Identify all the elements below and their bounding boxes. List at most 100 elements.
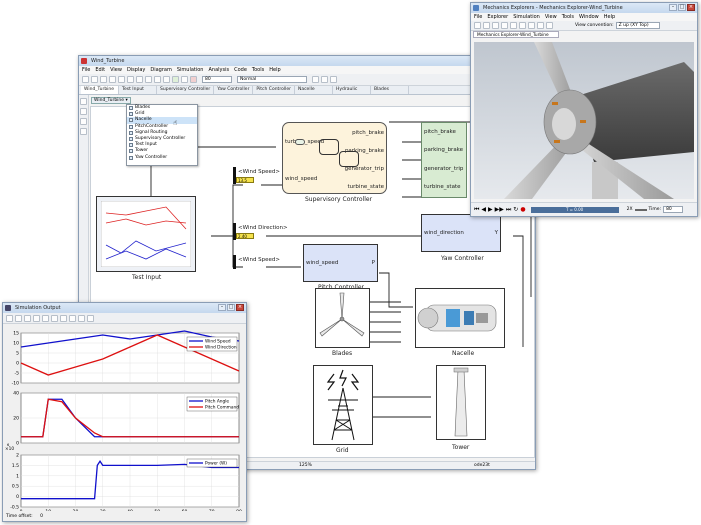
test-input-block[interactable] (96, 196, 196, 272)
zoom-y-icon[interactable] (42, 314, 49, 322)
speed-slider[interactable] (634, 208, 647, 211)
annotation-icon[interactable] (80, 118, 87, 125)
explorer-3d-view[interactable] (474, 42, 694, 199)
pan-icon[interactable] (528, 22, 535, 29)
step-forward-icon[interactable]: ▶▶ (495, 206, 504, 213)
play-icon[interactable]: ▶ (488, 206, 493, 213)
scope-print-icon[interactable] (15, 314, 22, 322)
breadcrumb[interactable]: Wind_Turbine ▾ (91, 97, 131, 104)
menu-display[interactable]: Display (127, 66, 145, 74)
supervisory-controller-block[interactable]: turbine_speed wind_speed pitch_brake par… (282, 122, 387, 194)
image-icon[interactable] (80, 128, 87, 135)
explorer-menu-view[interactable]: View (545, 13, 557, 21)
up-icon[interactable] (136, 76, 143, 83)
scope-settings-icon[interactable] (6, 314, 13, 322)
explorer-menu-help[interactable]: Help (604, 13, 615, 21)
view-convention-select[interactable]: Z up (XY Top) (615, 22, 660, 29)
dropdown-item-yaw[interactable]: Yaw Controller (127, 155, 197, 161)
zoom-icon[interactable] (537, 22, 544, 29)
stop-time-input[interactable]: 80 (202, 76, 232, 83)
params-icon[interactable] (78, 314, 85, 322)
tab-yaw[interactable]: Yaw Controller (214, 86, 254, 94)
library-icon[interactable] (145, 76, 152, 83)
explorer-menu-tools[interactable]: Tools (562, 13, 574, 21)
record-icon[interactable]: ● (520, 206, 525, 213)
explorer-menu-window[interactable]: Window (579, 13, 599, 21)
explorer-menu-simulation[interactable]: Simulation (513, 13, 540, 21)
settings-icon[interactable] (154, 76, 161, 83)
nacelle-block[interactable] (415, 288, 505, 348)
tab-blades[interactable]: Blades (371, 86, 409, 94)
menu-edit[interactable]: Edit (95, 66, 105, 74)
end-icon[interactable]: ⏭ (506, 206, 511, 214)
zoom-in-icon[interactable] (24, 314, 31, 322)
time-slider[interactable]: T = 0.00 (530, 206, 619, 213)
time-input[interactable]: 80 (663, 206, 684, 213)
tab-supervisory[interactable]: Supervisory Controller (157, 86, 215, 94)
blades-block[interactable] (315, 288, 370, 348)
view-front-icon[interactable] (474, 22, 481, 29)
menu-tools[interactable]: Tools (252, 66, 264, 74)
tab-nacelle[interactable]: Nacelle (295, 86, 333, 94)
outport-1[interactable] (295, 139, 305, 145)
view-side-icon[interactable] (501, 22, 508, 29)
goto-wind-speed-1[interactable]: <Wind Speed> (238, 169, 280, 175)
view-top-icon[interactable] (492, 22, 499, 29)
explorer-minimize-button[interactable]: – (669, 4, 677, 11)
goto-wind-speed-2[interactable]: <Wind Speed> (238, 257, 280, 263)
step-back-icon[interactable] (163, 76, 170, 83)
view-iso-icon[interactable] (510, 22, 517, 29)
forward-icon[interactable] (127, 76, 134, 83)
zoom-in-icon[interactable] (80, 98, 87, 105)
display-wind-direction[interactable]: 2.40 (236, 233, 254, 239)
menu-help[interactable]: Help (269, 66, 280, 74)
print-icon[interactable] (109, 76, 116, 83)
sim-mode-select[interactable]: Normal (237, 76, 307, 83)
menu-file[interactable]: File (82, 66, 90, 74)
pitch-controller-block[interactable]: wind_speed P (303, 244, 378, 282)
model-window-titlebar[interactable]: Wind_Turbine –□× (79, 56, 535, 66)
explorer-titlebar[interactable]: Mechanics Explorers - Mechanics Explorer… (471, 3, 697, 13)
sim-output-maximize[interactable]: □ (227, 304, 235, 311)
tab-test-input[interactable]: Test Input (119, 86, 157, 94)
rewind-icon[interactable]: ⏮ (474, 206, 479, 214)
sim-output-minimize[interactable]: – (218, 304, 226, 311)
tab-pitch[interactable]: Pitch Controller (253, 86, 295, 94)
speed-value[interactable]: 2X (627, 207, 633, 212)
green-output-group[interactable]: pitch_brake parking_brake generator_trip… (421, 122, 467, 198)
view-back-icon[interactable] (483, 22, 490, 29)
data-inspector-icon[interactable] (330, 76, 337, 83)
fit-view-icon[interactable] (546, 22, 553, 29)
step-forward-icon[interactable] (181, 76, 188, 83)
goto-wind-direction[interactable]: <Wind Direction> (238, 225, 288, 231)
rotate-icon[interactable] (519, 22, 526, 29)
tower-block[interactable] (436, 365, 486, 440)
save-icon[interactable] (100, 76, 107, 83)
explorer-maximize-button[interactable]: □ (678, 4, 686, 11)
tab-hydraulic[interactable]: Hydraulic (333, 86, 371, 94)
tab-wind-turbine[interactable]: Wind_Turbine (81, 86, 119, 94)
menu-simulation[interactable]: Simulation (177, 66, 204, 74)
sim-output-close[interactable]: × (236, 304, 244, 311)
stop-icon[interactable] (190, 76, 197, 83)
new-model-icon[interactable] (82, 76, 89, 83)
menu-analysis[interactable]: Analysis (208, 66, 229, 74)
display-wind-speed[interactable]: 13.5 (236, 177, 254, 183)
sim-output-titlebar[interactable]: Simulation Output – □ × (3, 303, 246, 313)
restore-axes-icon[interactable] (69, 314, 76, 322)
lock-icon[interactable] (87, 314, 94, 322)
menu-view[interactable]: View (110, 66, 122, 74)
autoscale-icon[interactable] (51, 314, 58, 322)
build-icon[interactable] (312, 76, 319, 83)
menu-code[interactable]: Code (234, 66, 247, 74)
grid-block[interactable] (313, 365, 373, 445)
back-icon[interactable] (118, 76, 125, 83)
run-icon[interactable] (172, 76, 179, 83)
explorer-menu-file[interactable]: File (474, 13, 482, 21)
yaw-controller-block[interactable]: wind_direction Y (421, 214, 501, 252)
open-icon[interactable] (91, 76, 98, 83)
explorer-tab[interactable]: Mechanics Explorer-Wind_Turbine (473, 31, 559, 38)
menu-diagram[interactable]: Diagram (150, 66, 171, 74)
record-icon[interactable] (321, 76, 328, 83)
zoom-x-icon[interactable] (33, 314, 40, 322)
